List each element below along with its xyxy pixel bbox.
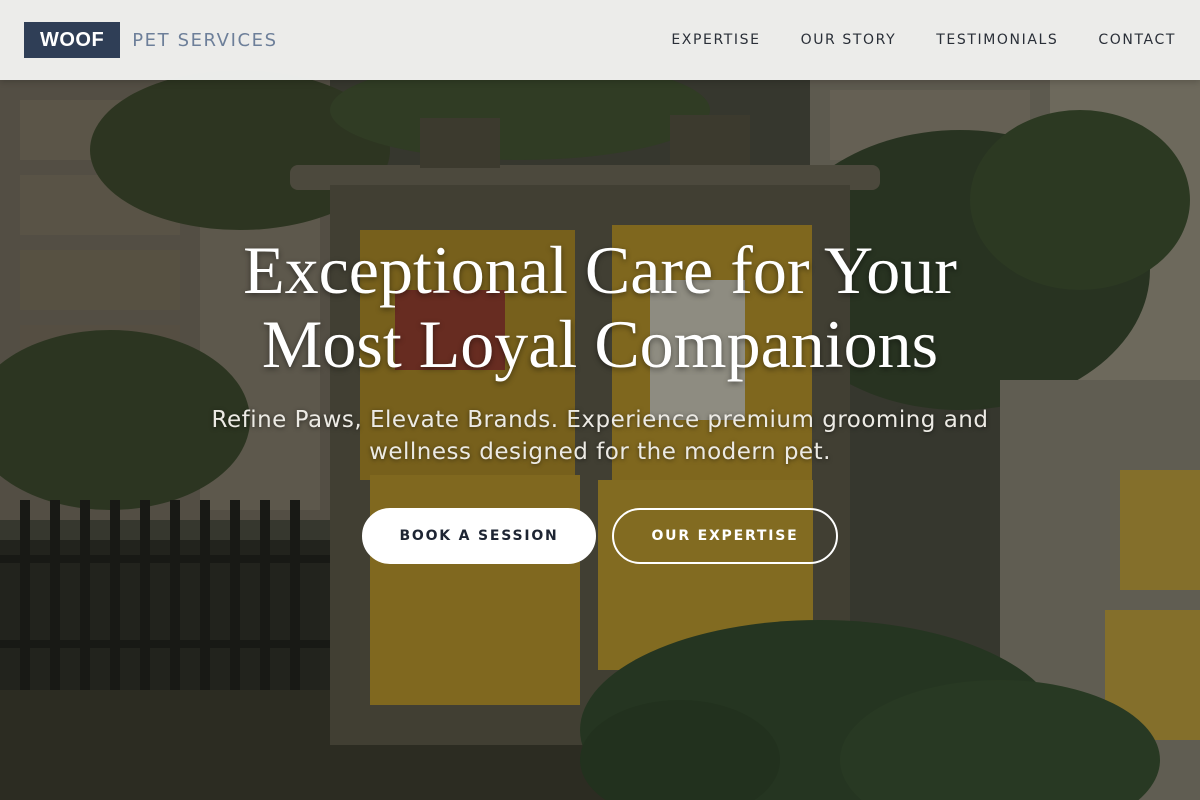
logo-mark: WOOF (24, 22, 121, 58)
nav-link-expertise[interactable]: EXPERTISE (671, 32, 760, 48)
nav-link-contact[interactable]: CONTACT (1098, 32, 1176, 48)
hero-subtitle-line-1: Refine Paws, Elevate Brands. Experience … (211, 407, 989, 433)
hero-title: Exceptional Care for Your Most Loyal Com… (100, 233, 1100, 381)
landing-page: WOOF PET SERVICES EXPERTISE OUR STORY TE… (0, 0, 1200, 800)
hero-title-line-2: Most Loyal Companions (261, 306, 939, 382)
hero-section: Exceptional Care for Your Most Loyal Com… (0, 0, 1200, 800)
our-expertise-button[interactable]: OUR EXPERTISE (612, 508, 838, 564)
nav-menu: EXPERTISE OUR STORY TESTIMONIALS CONTACT (671, 0, 1176, 80)
brand-name: PET SERVICES (132, 29, 278, 51)
top-navigation-bar: WOOF PET SERVICES EXPERTISE OUR STORY TE… (0, 0, 1200, 80)
book-session-button[interactable]: BOOK A SESSION (362, 508, 596, 564)
nav-link-our-story[interactable]: OUR STORY (801, 32, 897, 48)
brand-logo[interactable]: WOOF PET SERVICES (24, 22, 278, 58)
hero-subtitle: Refine Paws, Elevate Brands. Experience … (170, 404, 1030, 468)
nav-link-testimonials[interactable]: TESTIMONIALS (936, 32, 1058, 48)
hero-title-line-1: Exceptional Care for Your (243, 232, 957, 308)
hero-subtitle-line-2: wellness designed for the modern pet. (369, 439, 831, 465)
